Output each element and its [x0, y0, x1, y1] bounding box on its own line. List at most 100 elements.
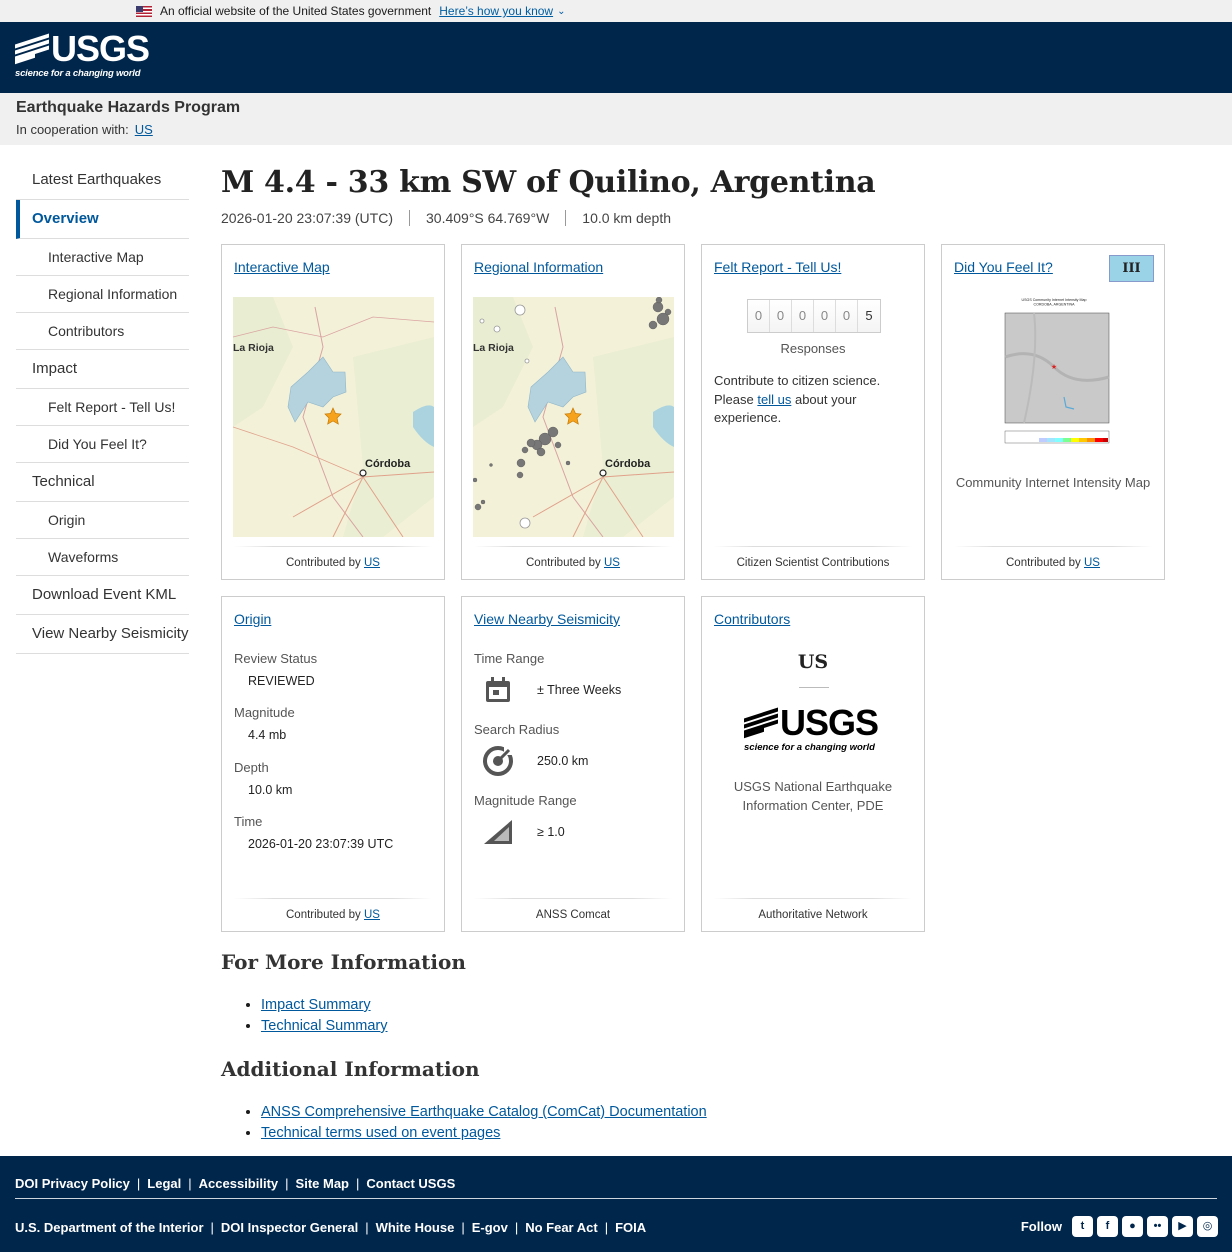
response-counter: 0 0 0 0 0 5 [747, 299, 881, 333]
heres-how-you-know-link[interactable]: Here’s how you know [439, 4, 553, 18]
regional-contributor-link[interactable]: US [604, 557, 620, 569]
card-did-you-feel-it[interactable]: Did You Feel It? III USGS Community Inte… [941, 244, 1165, 580]
map-contributor-link[interactable]: US [364, 557, 380, 569]
github-icon[interactable]: ● [1122, 1216, 1143, 1237]
flickr-icon[interactable]: •• [1147, 1216, 1168, 1237]
intensity-map-thumbnail[interactable]: USGS Community Internet Intensity Map CO… [994, 297, 1114, 453]
contributor-logo-text: USGS [780, 702, 879, 743]
regional-label-la-rioja: La Rioja [473, 342, 514, 354]
map-svg: La Rioja Córdoba [233, 297, 434, 537]
sidebar-item-waveforms[interactable]: Waveforms [16, 539, 189, 576]
time-value: 2026-01-20 23:07:39 UTC [248, 837, 394, 851]
footer-link-accessibility[interactable]: Accessibility [199, 1176, 279, 1191]
felt-report-link[interactable]: Felt Report - Tell Us! [714, 259, 841, 275]
origin-link[interactable]: Origin [234, 611, 271, 627]
sidebar-item-technical[interactable]: Technical [16, 463, 189, 502]
comcat-docs-link[interactable]: ANSS Comprehensive Earthquake Catalog (C… [261, 1104, 707, 1120]
chevron-down-icon[interactable]: ⌄ [557, 6, 565, 17]
felt-description: Contribute to citizen science. Please te… [714, 372, 900, 428]
card-origin[interactable]: Origin Review Status REVIEWED Magnitude … [221, 596, 445, 932]
gov-banner-text: An official website of the United States… [160, 4, 432, 18]
sidebar-item-interactive-map[interactable]: Interactive Map [16, 239, 189, 276]
sidebar-item-download-kml[interactable]: Download Event KML [16, 576, 189, 615]
dyfi-epicenter-icon: ★ [1051, 363, 1057, 371]
program-title[interactable]: Earthquake Hazards Program [16, 99, 1216, 117]
footer-link-foia[interactable]: FOIA [615, 1220, 646, 1235]
origin-depth: Depth 10.0 km [234, 760, 292, 797]
nearby-seismicity-link[interactable]: View Nearby Seismicity [474, 611, 620, 627]
event-meta: 2026-01-20 23:07:39 (UTC) 30.409°S 64.76… [221, 208, 1181, 228]
site-title-band: Earthquake Hazards Program In cooperatio… [0, 93, 1232, 145]
card-interactive-map[interactable]: Interactive Map La Rioja Córdoba Contrib… [221, 244, 445, 580]
contributor-code: US [797, 651, 829, 673]
sidebar-item-nearby-seismicity[interactable]: View Nearby Seismicity [16, 615, 189, 654]
contributor-usgs-logo: USGS science for a changing world [744, 702, 879, 753]
footer-link-inspector-general[interactable]: DOI Inspector General [221, 1220, 358, 1235]
technical-summary-link[interactable]: Technical Summary [261, 1018, 388, 1034]
origin-contributor-link[interactable]: US [364, 909, 380, 921]
map-label-cordoba: Córdoba [365, 458, 411, 470]
origin-review-status: Review Status REVIEWED [234, 651, 317, 688]
sidebar-item-did-you-feel-it[interactable]: Did You Feel It? [16, 426, 189, 463]
card-contributors[interactable]: Contributors US USGS science for a chang… [701, 596, 925, 932]
event-time: 2026-01-20 23:07:39 (UTC) [221, 210, 393, 226]
card-nearby-seismicity[interactable]: View Nearby Seismicity Time Range ± Thre… [461, 596, 685, 932]
counter-digit: 0 [792, 300, 814, 332]
facebook-icon[interactable]: f [1097, 1216, 1118, 1237]
contributors-link[interactable]: Contributors [714, 611, 790, 627]
search-radius-label: Search Radius [474, 722, 560, 737]
calendar-icon [482, 674, 514, 706]
impact-summary-link[interactable]: Impact Summary [261, 997, 371, 1013]
sidebar-item-contributors[interactable]: Contributors [16, 313, 189, 350]
technical-terms-link[interactable]: Technical terms used on event pages [261, 1125, 500, 1141]
usgs-logo[interactable]: USGS science for a changing world [15, 31, 150, 79]
footer-link-sitemap[interactable]: Site Map [296, 1176, 349, 1191]
dyfi-map-subtitle: CORDOBA, ARGENTINA [1034, 303, 1076, 307]
sidebar-item-latest-earthquakes[interactable]: Latest Earthquakes [16, 161, 189, 200]
site-header: USGS science for a changing world [0, 22, 1232, 93]
footer-link-legal[interactable]: Legal [147, 1176, 181, 1191]
nearby-time-range: Time Range ± Three Weeks [474, 651, 621, 706]
counter-digit: 5 [858, 300, 880, 332]
regional-information-link[interactable]: Regional Information [474, 259, 603, 275]
counter-digit: 0 [748, 300, 770, 332]
origin-contributed-by: Contributed by US [222, 909, 444, 921]
footer-link-contact[interactable]: Contact USGS [366, 1176, 455, 1191]
interactive-map-link[interactable]: Interactive Map [234, 259, 330, 275]
did-you-feel-it-link[interactable]: Did You Feel It? [954, 259, 1053, 275]
regional-map-thumbnail[interactable]: La Rioja Córdoba [473, 297, 674, 537]
footer-link-privacy[interactable]: DOI Privacy Policy [15, 1176, 130, 1191]
footer-link-egov[interactable]: E-gov [472, 1220, 508, 1235]
magnitude-value: 4.4 mb [248, 728, 287, 742]
counter-digit: 0 [814, 300, 836, 332]
main-content: M 4.4 - 33 km SW of Quilino, Argentina 2… [221, 165, 1181, 1141]
event-depth: 10.0 km depth [565, 210, 687, 226]
sidebar-item-impact[interactable]: Impact [16, 350, 189, 389]
footer-links-row-1: DOI Privacy Policy | Legal | Accessibility… [15, 1176, 456, 1191]
footer-link-no-fear-act[interactable]: No Fear Act [525, 1220, 597, 1235]
card-felt-report[interactable]: Felt Report - Tell Us! 0 0 0 0 0 5 Respo… [701, 244, 925, 580]
logo-tagline: science for a changing world [15, 68, 141, 79]
dyfi-map-svg: USGS Community Internet Intensity Map CO… [1004, 298, 1110, 444]
tell-us-link[interactable]: tell us [757, 392, 791, 407]
time-range-value: ± Three Weeks [537, 683, 622, 697]
sidebar-item-overview[interactable]: Overview [16, 200, 189, 239]
sidebar-item-origin[interactable]: Origin [16, 502, 189, 539]
card-regional-information[interactable]: Regional Information La Rioja Córdoba Co… [461, 244, 685, 580]
sidebar-item-regional-information[interactable]: Regional Information [16, 276, 189, 313]
dyfi-contributor-link[interactable]: US [1084, 557, 1100, 569]
more-info-heading: For More Information [221, 950, 466, 974]
dyfi-map-title: USGS Community Internet Intensity Map [1022, 298, 1087, 302]
coop-link-us[interactable]: US [135, 122, 153, 137]
twitter-icon[interactable]: t [1072, 1216, 1093, 1237]
footer-link-doi[interactable]: U.S. Department of the Interior [15, 1220, 204, 1235]
interactive-map-thumbnail[interactable]: La Rioja Córdoba [233, 297, 434, 537]
intensity-map-caption: Community Internet Intensity Map [955, 475, 1151, 490]
dyfi-contributed-by: Contributed by US [942, 557, 1164, 569]
sidebar-item-felt-report[interactable]: Felt Report - Tell Us! [16, 389, 189, 426]
youtube-icon[interactable]: ▶ [1172, 1216, 1193, 1237]
regional-map-svg: La Rioja Córdoba [473, 297, 674, 537]
footer-link-white-house[interactable]: White House [376, 1220, 455, 1235]
depth-label: Depth [234, 760, 269, 775]
instagram-icon[interactable]: ◎ [1197, 1216, 1218, 1237]
